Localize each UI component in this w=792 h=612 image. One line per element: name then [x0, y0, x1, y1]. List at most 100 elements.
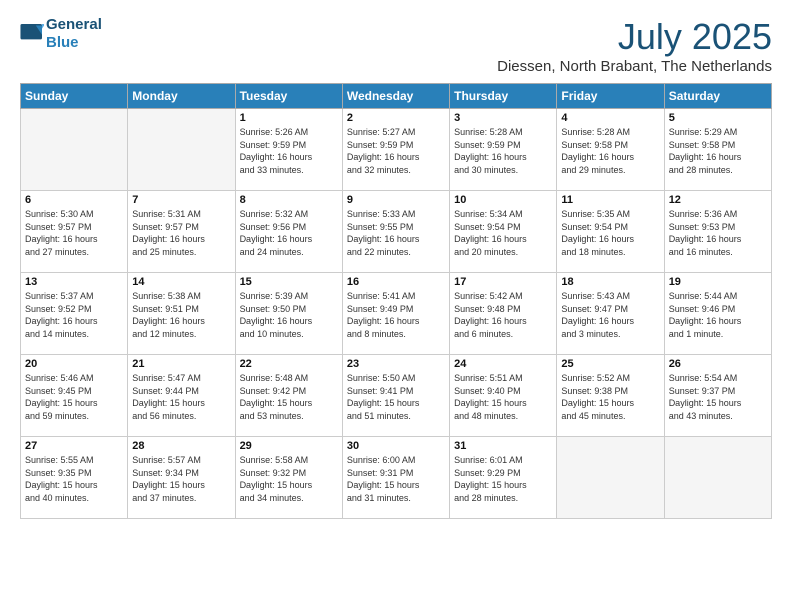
table-row: 22 Sunrise: 5:48 AM Sunset: 9:42 PM Dayli… [235, 355, 342, 437]
table-row: 31 Sunrise: 6:01 AM Sunset: 9:29 PM Dayli… [450, 437, 557, 519]
day-info: Sunrise: 5:29 AM Sunset: 9:58 PM Dayligh… [669, 126, 767, 176]
day-number: 27 [25, 440, 123, 452]
day-number: 3 [454, 112, 552, 124]
calendar-week-row: 13Sunrise: 5:37 AM Sunset: 9:52 PM Dayli… [21, 273, 772, 355]
table-row: 27Sunrise: 5:55 AM Sunset: 9:35 PM Dayli… [21, 437, 128, 519]
day-info: Sunrise: 5:28 AM Sunset: 9:58 PM Dayligh… [561, 126, 659, 176]
day-number: 25 [561, 358, 659, 370]
table-row: 2 Sunrise: 5:27 AM Sunset: 9:59 PM Daylig… [342, 109, 449, 191]
table-row: 10 Sunrise: 5:34 AM Sunset: 9:54 PM Dayli… [450, 191, 557, 273]
table-row: 19 Sunrise: 5:44 AM Sunset: 9:46 PM Dayli… [664, 273, 771, 355]
table-row: 5 Sunrise: 5:29 AM Sunset: 9:58 PM Daylig… [664, 109, 771, 191]
table-row: 3 Sunrise: 5:28 AM Sunset: 9:59 PM Daylig… [450, 109, 557, 191]
day-number: 17 [454, 276, 552, 288]
table-row: 4 Sunrise: 5:28 AM Sunset: 9:58 PM Daylig… [557, 109, 664, 191]
calendar-week-row: 27Sunrise: 5:55 AM Sunset: 9:35 PM Dayli… [21, 437, 772, 519]
table-row: 23 Sunrise: 5:50 AM Sunset: 9:41 PM Dayli… [342, 355, 449, 437]
day-number: 10 [454, 194, 552, 206]
day-info: Sunrise: 5:37 AM Sunset: 9:52 PM Dayligh… [25, 290, 123, 340]
day-number: 19 [669, 276, 767, 288]
table-row [557, 437, 664, 519]
location-subtitle: Diessen, North Brabant, The Netherlands [497, 58, 772, 75]
header-tuesday: Tuesday [235, 84, 342, 109]
table-row: 25 Sunrise: 5:52 AM Sunset: 9:38 PM Dayli… [557, 355, 664, 437]
day-number: 5 [669, 112, 767, 124]
table-row: 28Sunrise: 5:57 AM Sunset: 9:34 PM Dayli… [128, 437, 235, 519]
day-number: 4 [561, 112, 659, 124]
logo: General Blue [20, 16, 102, 52]
month-title: July 2025 [497, 16, 772, 58]
logo-text: General Blue [46, 16, 102, 52]
table-row: 12 Sunrise: 5:36 AM Sunset: 9:53 PM Dayli… [664, 191, 771, 273]
day-number: 23 [347, 358, 445, 370]
calendar-week-row: 20 Sunrise: 5:46 AM Sunset: 9:45 PM Dayli… [21, 355, 772, 437]
day-info: Sunrise: 5:34 AM Sunset: 9:54 PM Dayligh… [454, 208, 552, 258]
day-number: 31 [454, 440, 552, 452]
table-row: 20 Sunrise: 5:46 AM Sunset: 9:45 PM Dayli… [21, 355, 128, 437]
day-info: Sunrise: 5:52 AM Sunset: 9:38 PM Dayligh… [561, 372, 659, 422]
table-row: 14Sunrise: 5:38 AM Sunset: 9:51 PM Dayli… [128, 273, 235, 355]
table-row: 1Sunrise: 5:26 AM Sunset: 9:59 PM Daylig… [235, 109, 342, 191]
table-row: 13Sunrise: 5:37 AM Sunset: 9:52 PM Dayli… [21, 273, 128, 355]
table-row: 24 Sunrise: 5:51 AM Sunset: 9:40 PM Dayli… [450, 355, 557, 437]
day-info: Sunrise: 5:31 AM Sunset: 9:57 PM Dayligh… [132, 208, 230, 258]
table-row: 17 Sunrise: 5:42 AM Sunset: 9:48 PM Dayli… [450, 273, 557, 355]
day-number: 6 [25, 194, 123, 206]
day-info: Sunrise: 5:51 AM Sunset: 9:40 PM Dayligh… [454, 372, 552, 422]
table-row: 6 Sunrise: 5:30 AM Sunset: 9:57 PM Daylig… [21, 191, 128, 273]
table-row: 11 Sunrise: 5:35 AM Sunset: 9:54 PM Dayli… [557, 191, 664, 273]
table-row: 8 Sunrise: 5:32 AM Sunset: 9:56 PM Daylig… [235, 191, 342, 273]
header-sunday: Sunday [21, 84, 128, 109]
day-info: Sunrise: 5:35 AM Sunset: 9:54 PM Dayligh… [561, 208, 659, 258]
day-info: Sunrise: 5:28 AM Sunset: 9:59 PM Dayligh… [454, 126, 552, 176]
logo-icon [20, 24, 44, 44]
table-row [21, 109, 128, 191]
day-info: Sunrise: 5:39 AM Sunset: 9:50 PM Dayligh… [240, 290, 338, 340]
day-number: 11 [561, 194, 659, 206]
day-number: 2 [347, 112, 445, 124]
day-info: Sunrise: 5:43 AM Sunset: 9:47 PM Dayligh… [561, 290, 659, 340]
header-monday: Monday [128, 84, 235, 109]
day-number: 8 [240, 194, 338, 206]
day-info: Sunrise: 5:48 AM Sunset: 9:42 PM Dayligh… [240, 372, 338, 422]
day-number: 26 [669, 358, 767, 370]
day-info: Sunrise: 5:41 AM Sunset: 9:49 PM Dayligh… [347, 290, 445, 340]
day-number: 15 [240, 276, 338, 288]
table-row: 18 Sunrise: 5:43 AM Sunset: 9:47 PM Dayli… [557, 273, 664, 355]
day-info: Sunrise: 5:46 AM Sunset: 9:45 PM Dayligh… [25, 372, 123, 422]
table-row: 29 Sunrise: 5:58 AM Sunset: 9:32 PM Dayli… [235, 437, 342, 519]
day-number: 20 [25, 358, 123, 370]
calendar-week-row: 1Sunrise: 5:26 AM Sunset: 9:59 PM Daylig… [21, 109, 772, 191]
calendar-week-row: 6 Sunrise: 5:30 AM Sunset: 9:57 PM Daylig… [21, 191, 772, 273]
day-info: Sunrise: 5:38 AM Sunset: 9:51 PM Dayligh… [132, 290, 230, 340]
day-info: Sunrise: 6:01 AM Sunset: 9:29 PM Dayligh… [454, 454, 552, 504]
calendar-header-row: Sunday Monday Tuesday Wednesday Thursday… [21, 84, 772, 109]
day-info: Sunrise: 5:44 AM Sunset: 9:46 PM Dayligh… [669, 290, 767, 340]
day-number: 9 [347, 194, 445, 206]
day-info: Sunrise: 5:36 AM Sunset: 9:53 PM Dayligh… [669, 208, 767, 258]
day-number: 29 [240, 440, 338, 452]
table-row [664, 437, 771, 519]
table-row: 26Sunrise: 5:54 AM Sunset: 9:37 PM Dayli… [664, 355, 771, 437]
day-info: Sunrise: 5:30 AM Sunset: 9:57 PM Dayligh… [25, 208, 123, 258]
day-info: Sunrise: 5:57 AM Sunset: 9:34 PM Dayligh… [132, 454, 230, 504]
day-info: Sunrise: 5:58 AM Sunset: 9:32 PM Dayligh… [240, 454, 338, 504]
day-number: 22 [240, 358, 338, 370]
day-number: 12 [669, 194, 767, 206]
page: General Blue July 2025 Diessen, North Br… [0, 0, 792, 612]
day-info: Sunrise: 5:50 AM Sunset: 9:41 PM Dayligh… [347, 372, 445, 422]
table-row: 9Sunrise: 5:33 AM Sunset: 9:55 PM Daylig… [342, 191, 449, 273]
day-number: 24 [454, 358, 552, 370]
table-row: 30Sunrise: 6:00 AM Sunset: 9:31 PM Dayli… [342, 437, 449, 519]
day-number: 7 [132, 194, 230, 206]
day-info: Sunrise: 5:32 AM Sunset: 9:56 PM Dayligh… [240, 208, 338, 258]
day-info: Sunrise: 6:00 AM Sunset: 9:31 PM Dayligh… [347, 454, 445, 504]
day-info: Sunrise: 5:42 AM Sunset: 9:48 PM Dayligh… [454, 290, 552, 340]
table-row: 21Sunrise: 5:47 AM Sunset: 9:44 PM Dayli… [128, 355, 235, 437]
table-row: 16 Sunrise: 5:41 AM Sunset: 9:49 PM Dayli… [342, 273, 449, 355]
day-info: Sunrise: 5:26 AM Sunset: 9:59 PM Dayligh… [240, 126, 338, 176]
day-info: Sunrise: 5:27 AM Sunset: 9:59 PM Dayligh… [347, 126, 445, 176]
title-block: July 2025 Diessen, North Brabant, The Ne… [497, 16, 772, 75]
day-number: 16 [347, 276, 445, 288]
day-number: 18 [561, 276, 659, 288]
